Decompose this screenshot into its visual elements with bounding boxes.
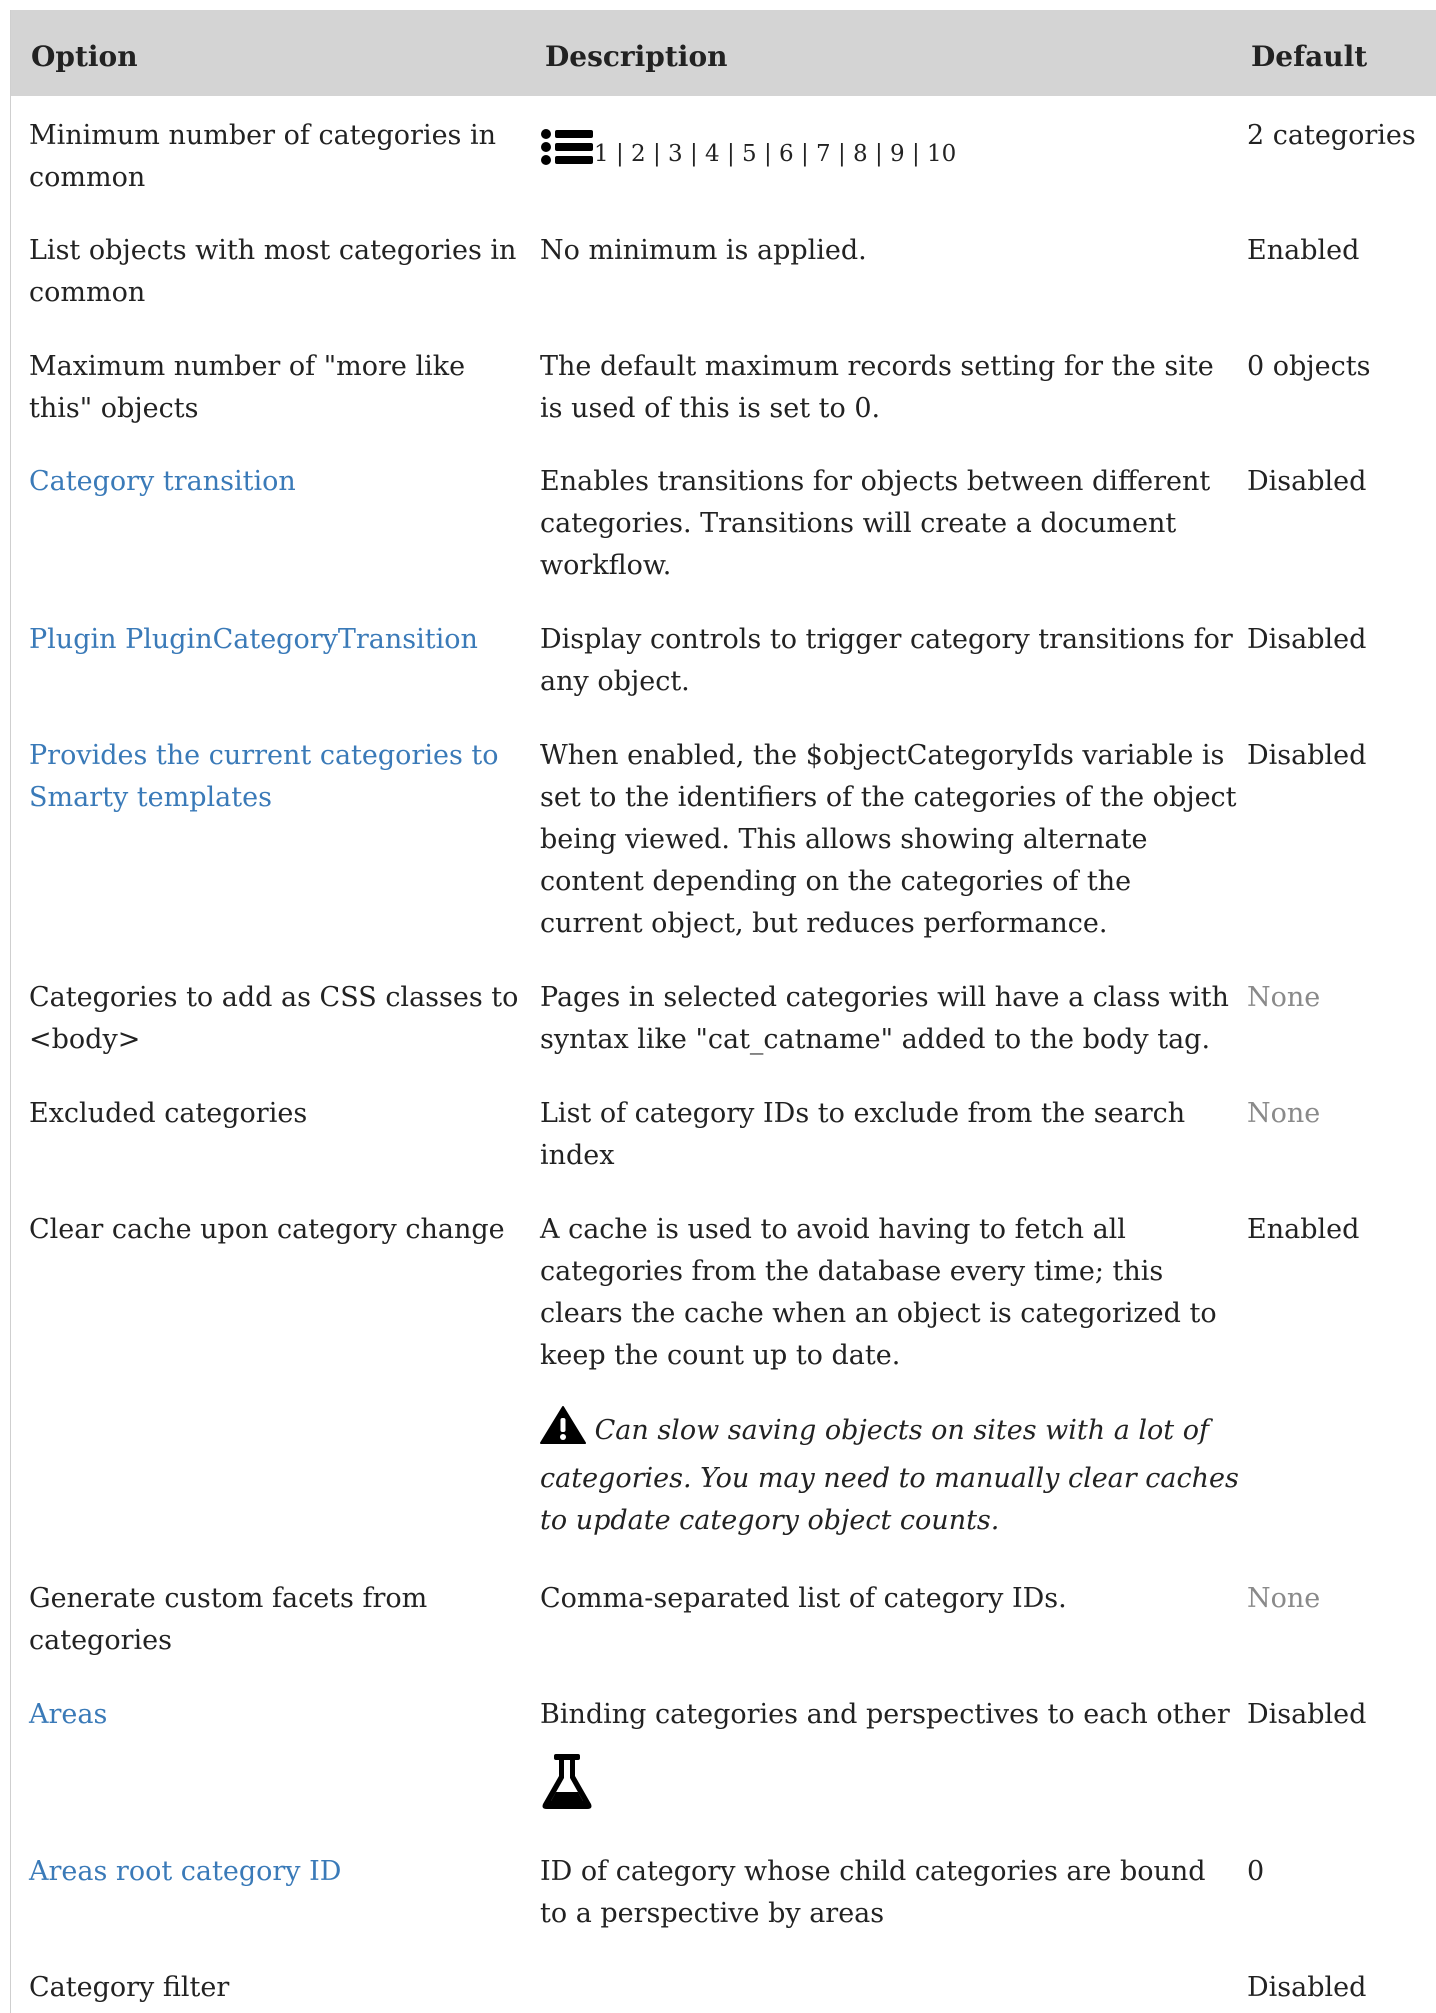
- option-link[interactable]: Plugin PluginCategoryTransition: [29, 619, 519, 661]
- row-default: Disabled: [1247, 466, 1367, 497]
- row-default: None: [1247, 982, 1321, 1013]
- option-link[interactable]: Areas: [29, 1694, 519, 1736]
- page-numbers: 1 | 2 | 3 | 4 | 5 | 6 | 7 | 8 | 9 | 10: [594, 141, 957, 167]
- row-option: Minimum number of categories in common: [29, 120, 497, 193]
- header-description: Description: [545, 40, 728, 73]
- table-header: Option Description Default: [11, 10, 1436, 96]
- row-default: 0 objects: [1247, 351, 1371, 382]
- row-default: 2 categories: [1247, 120, 1416, 151]
- row-option: Excluded categories: [29, 1098, 308, 1129]
- flask-icon: [540, 1752, 594, 1814]
- row-option: Maximum number of "more like this" objec…: [29, 351, 466, 424]
- options-table: Option Description Default Minimum numbe…: [10, 10, 1436, 2013]
- row-default: Enabled: [1247, 235, 1360, 266]
- row-description: List of category IDs to exclude from the…: [540, 1098, 1186, 1171]
- description-text: Binding categories and perspectives to e…: [540, 1699, 1230, 1730]
- option-link[interactable]: Category transition: [29, 461, 519, 503]
- row-description: Binding categories and perspectives to e…: [540, 1694, 1240, 1736]
- row-option: Categories to add as CSS classes to <bod…: [29, 982, 519, 1055]
- header-default: Default: [1251, 40, 1368, 73]
- header-option: Option: [31, 40, 138, 73]
- row-description: Comma-separated list of category IDs.: [540, 1583, 1067, 1614]
- row-default: Disabled: [1247, 1972, 1367, 2003]
- row-option: Clear cache upon category change: [29, 1214, 505, 1245]
- row-description: When enabled, the $objectCategoryIds var…: [540, 740, 1237, 939]
- row-default: None: [1247, 1583, 1321, 1614]
- option-link[interactable]: Provides the current categories to Smart…: [29, 735, 519, 819]
- row-default: Disabled: [1247, 1699, 1367, 1730]
- warning-icon: [540, 1405, 586, 1458]
- row-default: Disabled: [1247, 740, 1367, 771]
- row-default: Disabled: [1247, 624, 1367, 655]
- row-option: Category filter: [29, 1972, 230, 2003]
- row-description: 1 | 2 | 3 | 4 | 5 | 6 | 7 | 8 | 9 | 10: [540, 127, 1240, 180]
- warning-note: Can slow saving objects on sites with a …: [540, 1405, 1240, 1542]
- row-default: None: [1247, 1098, 1321, 1129]
- row-default: Enabled: [1247, 1214, 1360, 1245]
- row-option: Generate custom facets from categories: [29, 1583, 428, 1656]
- row-description: The default maximum records setting for …: [540, 351, 1214, 424]
- row-description: Display controls to trigger category tra…: [540, 624, 1233, 697]
- row-description: A cache is used to avoid having to fetch…: [540, 1214, 1217, 1371]
- row-option: List objects with most categories in com…: [29, 235, 517, 308]
- option-link[interactable]: Areas root category ID: [29, 1851, 519, 1893]
- warning-text: Can slow saving objects on sites with a …: [540, 1415, 1239, 1536]
- row-description: No minimum is applied.: [540, 235, 867, 266]
- row-default: 0: [1247, 1856, 1265, 1887]
- row-description: Enables transitions for objects between …: [540, 466, 1211, 581]
- row-description: ID of category whose child categories ar…: [540, 1856, 1206, 1929]
- row-description: Pages in selected categories will have a…: [540, 982, 1229, 1055]
- list-icon: [540, 127, 594, 180]
